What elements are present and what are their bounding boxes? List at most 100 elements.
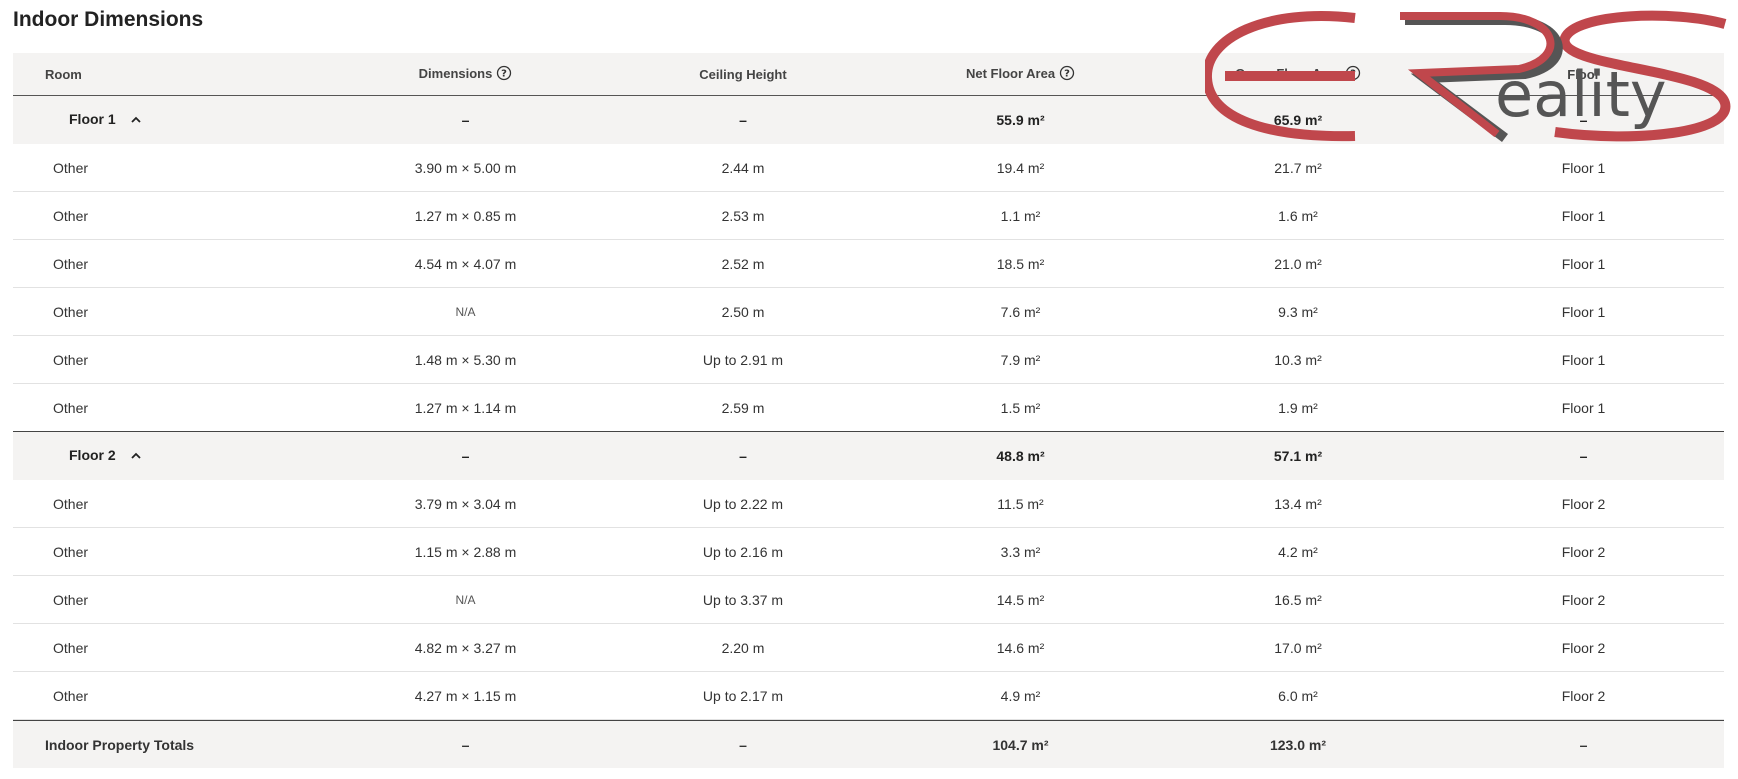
cell-room: Other <box>53 687 89 704</box>
cell-dimensions: 3.90 m × 5.00 m <box>414 159 517 176</box>
cell-floor: Floor 2 <box>1561 543 1606 560</box>
cell-dimensions: 1.27 m × 0.85 m <box>414 207 517 224</box>
floor-group-row[interactable]: Floor 2 – – 48.8 m² 57.1 m² – <box>13 432 1724 480</box>
help-icon[interactable]: ? <box>1059 65 1075 84</box>
cell-room: Other <box>53 495 89 512</box>
cell-gross-area: 10.3 m² <box>1274 351 1322 368</box>
chevron-up-icon[interactable] <box>130 449 142 465</box>
cell-room: Other <box>53 207 89 224</box>
cell-ceiling: 2.53 m <box>721 207 765 224</box>
cell-room: Other <box>53 303 89 320</box>
cell-room: Other <box>53 159 89 176</box>
cell-gross-area: 6.0 m² <box>1278 687 1318 704</box>
svg-text:?: ? <box>1350 68 1356 79</box>
cell-ceiling: Up to 2.22 m <box>702 495 784 512</box>
chevron-up-icon[interactable] <box>130 113 142 129</box>
table-header: Room Dimensions? Ceiling Height Net Floo… <box>13 53 1724 96</box>
cell-gross-area: 1.9 m² <box>1278 399 1318 416</box>
cell-floor: Floor 1 <box>1561 303 1606 320</box>
cell-net-area: 1.5 m² <box>1000 399 1041 416</box>
cell-dimensions: 3.79 m × 3.04 m <box>414 495 517 512</box>
cell-net-area: 1.1 m² <box>1000 207 1041 224</box>
table-row: Other 4.82 m × 3.27 m 2.20 m 14.6 m² 17.… <box>13 624 1724 672</box>
totals-dimensions: – <box>461 736 470 753</box>
help-icon[interactable]: ? <box>496 65 512 84</box>
cell-floor: Floor 2 <box>1561 591 1606 608</box>
floor-ceiling: – <box>739 448 747 464</box>
cell-room: Other <box>53 255 89 272</box>
header-room: Room <box>45 66 82 82</box>
totals-row: Indoor Property Totals – – 104.7 m² 123.… <box>13 720 1724 768</box>
totals-label: Indoor Property Totals <box>45 736 195 753</box>
table-row: Other N/A 2.50 m 7.6 m² 9.3 m² Floor 1 <box>13 288 1724 336</box>
cell-floor: Floor 1 <box>1561 351 1606 368</box>
cell-gross-area: 13.4 m² <box>1274 495 1322 512</box>
cell-net-area: 3.3 m² <box>1000 543 1041 560</box>
help-icon[interactable]: ? <box>1345 65 1361 84</box>
table-row: Other 4.54 m × 4.07 m 2.52 m 18.5 m² 21.… <box>13 240 1724 288</box>
floor-dimensions: – <box>461 112 470 128</box>
cell-room: Other <box>53 399 89 416</box>
cell-floor: Floor 2 <box>1561 495 1606 512</box>
totals-floor: – <box>1579 736 1588 753</box>
cell-gross-area: 1.6 m² <box>1278 207 1318 224</box>
cell-floor: Floor 1 <box>1561 207 1606 224</box>
cell-net-area: 7.9 m² <box>1000 351 1041 368</box>
svg-text:?: ? <box>1064 68 1070 79</box>
cell-ceiling: 2.44 m <box>721 159 765 176</box>
floor-gross-area: 57.1 m² <box>1273 448 1323 464</box>
floor-toggle[interactable]: Floor 2 <box>13 447 333 464</box>
floor-net-area: 48.8 m² <box>996 448 1045 464</box>
cell-net-area: 4.9 m² <box>1000 687 1041 704</box>
cell-room: Other <box>53 351 89 368</box>
cell-gross-area: 17.0 m² <box>1274 639 1322 656</box>
cell-net-area: 19.4 m² <box>996 159 1045 176</box>
floor-ceiling: – <box>739 112 747 128</box>
cell-floor: Floor 2 <box>1561 639 1606 656</box>
table-row: Other 1.15 m × 2.88 m Up to 2.16 m 3.3 m… <box>13 528 1724 576</box>
cell-floor: Floor 1 <box>1561 399 1606 416</box>
cell-room: Other <box>53 639 89 656</box>
cell-ceiling: Up to 2.17 m <box>702 687 784 704</box>
cell-net-area: 7.6 m² <box>1000 303 1041 320</box>
indoor-dimensions-table: Room Dimensions? Ceiling Height Net Floo… <box>13 53 1724 768</box>
cell-net-area: 14.6 m² <box>996 639 1045 656</box>
table-row: Other 1.48 m × 5.30 m Up to 2.91 m 7.9 m… <box>13 336 1724 384</box>
cell-ceiling: Up to 2.91 m <box>702 351 784 368</box>
cell-dimensions: 1.27 m × 1.14 m <box>414 399 517 416</box>
cell-dimensions: N/A <box>455 304 476 319</box>
cell-ceiling: 2.20 m <box>721 639 765 656</box>
cell-ceiling: Up to 2.16 m <box>702 543 784 560</box>
svg-text:?: ? <box>501 68 507 79</box>
floor-group-row[interactable]: Floor 1 – – 55.9 m² 65.9 m² – <box>13 96 1724 144</box>
page-title: Indoor Dimensions <box>13 8 204 31</box>
totals-gross-area: 123.0 m² <box>1269 736 1327 753</box>
cell-net-area: 11.5 m² <box>997 495 1044 512</box>
cell-room: Other <box>53 591 89 608</box>
cell-dimensions: 4.54 m × 4.07 m <box>414 255 517 272</box>
table-row: Other 1.27 m × 0.85 m 2.53 m 1.1 m² 1.6 … <box>13 192 1724 240</box>
floor-gross-area: 65.9 m² <box>1273 112 1323 128</box>
cell-ceiling: 2.52 m <box>721 255 765 272</box>
cell-gross-area: 9.3 m² <box>1278 303 1318 320</box>
header-floor: Floor <box>1567 66 1600 82</box>
table-row: Other 3.90 m × 5.00 m 2.44 m 19.4 m² 21.… <box>13 144 1724 192</box>
table-row: Other N/A Up to 3.37 m 14.5 m² 16.5 m² F… <box>13 576 1724 624</box>
floor-toggle[interactable]: Floor 1 <box>13 111 333 128</box>
floor-floor: – <box>1579 112 1588 128</box>
cell-dimensions: 1.48 m × 5.30 m <box>414 351 517 368</box>
cell-floor: Floor 1 <box>1561 159 1606 176</box>
table-row: Other 3.79 m × 3.04 m Up to 2.22 m 11.5 … <box>13 480 1724 528</box>
cell-dimensions: N/A <box>455 592 476 607</box>
cell-gross-area: 21.0 m² <box>1274 255 1322 272</box>
cell-gross-area: 4.2 m² <box>1278 543 1318 560</box>
totals-net-area: 104.7 m² <box>992 736 1049 753</box>
floor-dimensions: – <box>461 448 470 464</box>
cell-ceiling: Up to 3.37 m <box>702 591 784 608</box>
cell-gross-area: 21.7 m² <box>1274 159 1322 176</box>
header-gross-floor-area: Gross Floor Area? <box>1153 65 1443 84</box>
table-row: Other 4.27 m × 1.15 m Up to 2.17 m 4.9 m… <box>13 672 1724 720</box>
header-dimensions: Dimensions? <box>333 65 598 84</box>
cell-ceiling: 2.59 m <box>721 399 765 416</box>
table-row: Other 1.27 m × 1.14 m 2.59 m 1.5 m² 1.9 … <box>13 384 1724 432</box>
